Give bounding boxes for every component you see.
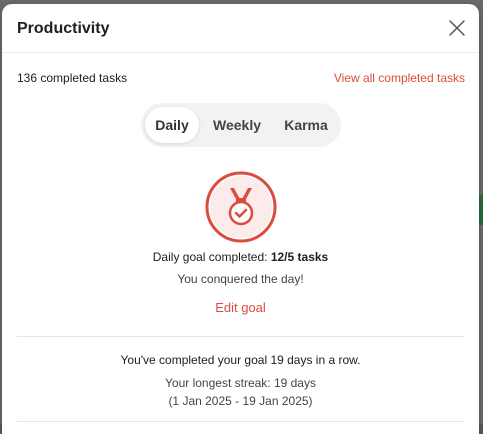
tab-daily[interactable]: Daily: [145, 107, 199, 143]
close-icon: [449, 20, 465, 36]
current-streak: You've completed your goal 19 days in a …: [120, 353, 361, 367]
tab-weekly[interactable]: Weekly: [209, 107, 265, 143]
longest-streak: Your longest streak: 19 days: [165, 376, 316, 390]
tab-karma[interactable]: Karma: [277, 107, 335, 143]
close-button[interactable]: [445, 16, 469, 40]
goal-status-label: Daily goal completed:: [152, 250, 271, 264]
period-tabs: Daily Weekly Karma: [141, 103, 341, 147]
dialog-header: Productivity: [2, 4, 479, 53]
productivity-dialog: Productivity 136 completed tasks View al…: [2, 4, 479, 434]
divider-bottom: [17, 421, 465, 422]
medal-icon: [205, 171, 277, 243]
goal-message: You conquered the day!: [177, 272, 304, 286]
completed-count: 136 completed tasks: [17, 71, 128, 85]
edit-goal-label[interactable]: Edit goal: [215, 300, 266, 315]
edit-goal-link[interactable]: Edit goal: [2, 300, 479, 315]
longest-streak-range: (1 Jan 2025 - 19 Jan 2025): [168, 394, 313, 408]
goal-status: Daily goal completed: 12/5 tasks: [2, 250, 479, 264]
goal-status-value: 12/5 tasks: [270, 250, 329, 264]
divider: [17, 336, 465, 337]
dialog-title: Productivity: [17, 20, 110, 37]
view-all-link[interactable]: View all completed tasks: [334, 71, 465, 85]
